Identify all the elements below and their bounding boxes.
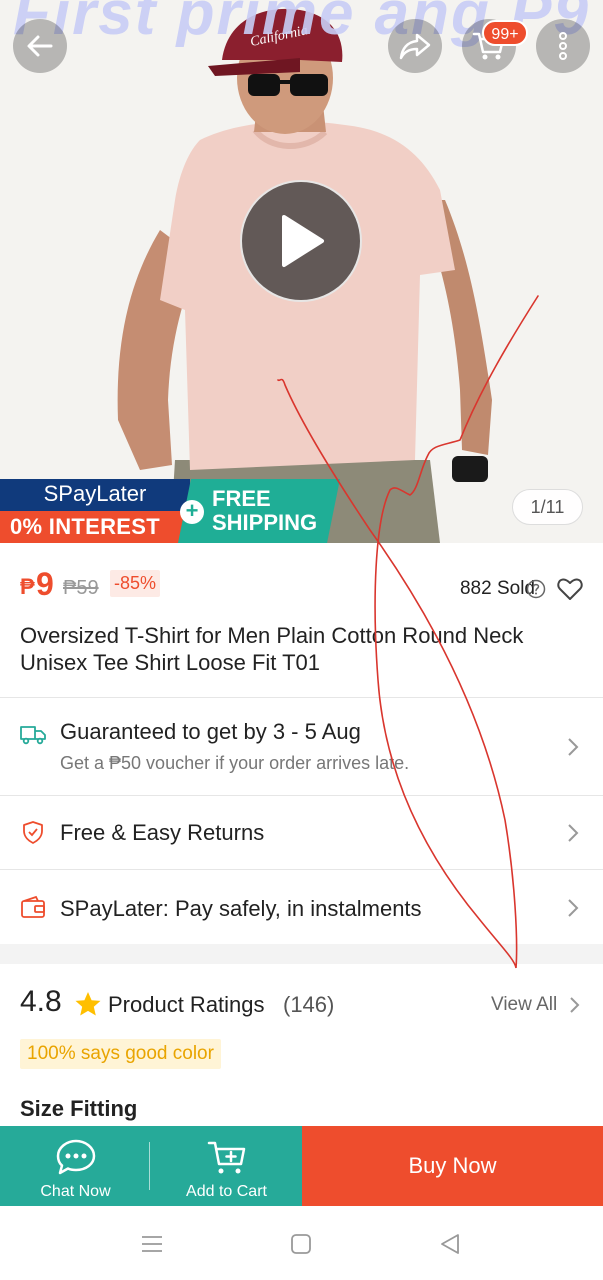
home-icon[interactable]	[289, 1232, 313, 1256]
delivery-row[interactable]: Guaranteed to get by 3 - 5 Aug Get a ₱50…	[0, 698, 603, 795]
wallet-icon	[21, 895, 45, 918]
current-price: 9	[36, 566, 54, 602]
chevron-right-icon	[568, 824, 579, 842]
spaylater-label: SPayLater: Pay safely, in instalments	[60, 896, 422, 921]
spaylater-row[interactable]: SPayLater: Pay safely, in instalments	[0, 870, 603, 944]
more-vertical-icon	[559, 32, 567, 60]
delivery-voucher-note: Get a ₱50 voucher if your order arrives …	[60, 753, 410, 773]
bottom-action-bar: Chat Now Add to Cart Buy Now	[0, 1126, 603, 1206]
ratings-count: (146)	[283, 992, 335, 1017]
original-price: ₱59	[63, 577, 99, 599]
view-all-ratings-link[interactable]: View All	[491, 994, 557, 1016]
chat-icon	[56, 1139, 95, 1175]
size-fitting-heading: Size Fitting	[20, 1096, 138, 1121]
discount-badge: -85%	[110, 570, 161, 597]
more-options-button[interactable]	[536, 19, 590, 73]
system-navigation-bar	[0, 1206, 603, 1280]
add-to-cart-button[interactable]: Add to Cart	[151, 1126, 302, 1206]
delivery-guarantee: Guaranteed to get by 3 - 5 Aug	[60, 719, 361, 744]
menu-icon[interactable]	[140, 1232, 164, 1256]
product-title: Oversized T-Shirt for Men Plain Cotton R…	[20, 623, 524, 675]
play-video-button[interactable]	[240, 180, 362, 302]
buy-now-button[interactable]: Buy Now	[302, 1126, 603, 1206]
heart-icon[interactable]	[557, 577, 583, 601]
sold-count: 882 Sold	[459, 578, 535, 599]
ratings-heading: Product Ratings	[108, 992, 265, 1017]
chevron-right-icon[interactable]	[568, 996, 580, 1014]
spaylater-label: SPayLater	[0, 479, 190, 511]
share-button[interactable]	[388, 19, 442, 73]
price-row: ₱ 9 ₱59 -85% 882 Sold	[20, 566, 583, 606]
back-triangle-icon[interactable]	[438, 1232, 462, 1256]
returns-row[interactable]: Free & Easy Returns	[0, 796, 603, 869]
chevron-right-icon	[568, 899, 579, 917]
cart-count-badge: 99+	[482, 20, 528, 46]
help-icon[interactable]	[526, 579, 546, 599]
plus-icon: +	[180, 500, 204, 524]
arrow-left-icon	[27, 35, 53, 57]
price-currency: ₱	[20, 574, 35, 599]
add-to-cart-label: Add to Cart	[186, 1183, 267, 1200]
back-button[interactable]	[13, 19, 67, 73]
add-to-cart-icon	[207, 1141, 245, 1174]
rating-value: 4.8	[20, 985, 62, 1018]
chat-now-button[interactable]: Chat Now	[0, 1126, 151, 1206]
promo-banner: SPayLater 0% INTEREST FREE SHIPPING	[0, 479, 340, 543]
star-icon	[75, 992, 101, 1016]
chevron-right-icon	[568, 738, 579, 756]
image-page-indicator: 1/11	[512, 489, 583, 525]
shield-check-icon	[23, 821, 43, 844]
share-icon	[399, 33, 431, 60]
play-icon	[282, 215, 324, 267]
rating-highlight-tag[interactable]: 100% says good color	[20, 1039, 221, 1069]
interest-label: 0% INTEREST	[0, 511, 190, 543]
chat-now-label: Chat Now	[40, 1183, 111, 1200]
returns-label: Free & Easy Returns	[60, 820, 265, 845]
section-separator	[0, 944, 603, 964]
divider	[149, 1142, 150, 1190]
truck-icon	[20, 726, 46, 745]
